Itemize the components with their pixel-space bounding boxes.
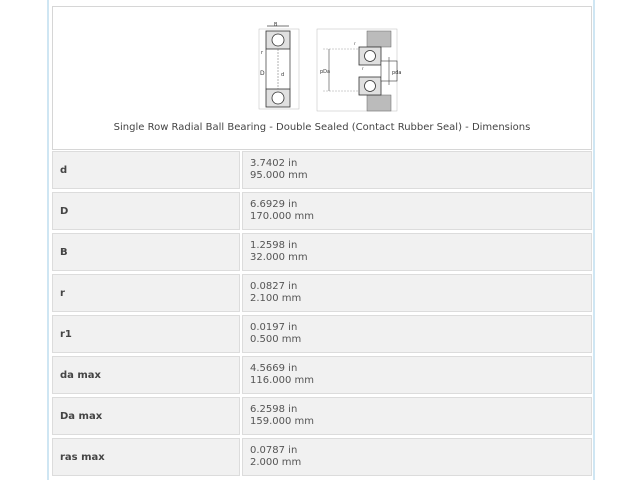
label-Da: pDa <box>320 69 330 75</box>
bearing-dimension-diagram: B r D d r pDa pda r <box>258 22 401 112</box>
dimension-value: 6.2598 in 159.000 mm <box>242 397 592 435</box>
label-D: D <box>260 70 265 77</box>
value-millimeters: 2.000 mm <box>250 457 302 468</box>
diagram-caption: Single Row Radial Ball Bearing - Double … <box>113 122 531 133</box>
value-millimeters: 2.100 mm <box>250 293 302 304</box>
dimension-value: 0.0197 in 0.500 mm <box>242 315 592 353</box>
label-B: B <box>274 22 278 28</box>
dimension-value: 3.7402 in 95.000 mm <box>242 151 592 189</box>
label-d: d <box>281 72 284 78</box>
value-millimeters: 32.000 mm <box>250 252 308 263</box>
dimension-value: 6.6929 in 170.000 mm <box>242 192 592 230</box>
value-inches: 6.2598 in <box>250 404 298 415</box>
table-row: r 0.0827 in 2.100 mm <box>52 274 592 312</box>
value-millimeters: 95.000 mm <box>250 170 308 181</box>
value-inches: 6.6929 in <box>250 199 298 210</box>
value-inches: 0.0787 in <box>250 445 298 456</box>
dimension-name: Da max <box>52 397 240 435</box>
dimension-name: B <box>52 233 240 271</box>
table-row: da max 4.5669 in 116.000 mm <box>52 356 592 394</box>
dimension-name: D <box>52 192 240 230</box>
dimension-name: r <box>52 274 240 312</box>
value-inches: 0.0827 in <box>250 281 298 292</box>
dimensions-table: d 3.7402 in 95.000 mm D 6.6929 in 170.00… <box>52 151 592 479</box>
dimension-name: da max <box>52 356 240 394</box>
table-row: ras max 0.0787 in 2.000 mm <box>52 438 592 476</box>
dimension-value: 4.5669 in 116.000 mm <box>242 356 592 394</box>
dimension-name: ras max <box>52 438 240 476</box>
value-inches: 1.2598 in <box>250 240 298 251</box>
dimension-value: 0.0827 in 2.100 mm <box>242 274 592 312</box>
content-frame: B r D d r pDa pda r Single Row Radial Ba… <box>47 0 595 480</box>
value-inches: 0.0197 in <box>250 322 298 333</box>
table-row: B 1.2598 in 32.000 mm <box>52 233 592 271</box>
value-inches: 3.7402 in <box>250 158 298 169</box>
value-millimeters: 159.000 mm <box>250 416 315 427</box>
dimension-name: d <box>52 151 240 189</box>
value-inches: 4.5669 in <box>250 363 298 374</box>
value-millimeters: 170.000 mm <box>250 211 315 222</box>
table-row: D 6.6929 in 170.000 mm <box>52 192 592 230</box>
label-da: pda <box>392 70 401 76</box>
dimension-value: 1.2598 in 32.000 mm <box>242 233 592 271</box>
table-row: Da max 6.2598 in 159.000 mm <box>52 397 592 435</box>
dimension-value: 0.0787 in 2.000 mm <box>242 438 592 476</box>
dimension-name: r1 <box>52 315 240 353</box>
table-row: r1 0.0197 in 0.500 mm <box>52 315 592 353</box>
value-millimeters: 0.500 mm <box>250 334 302 345</box>
value-millimeters: 116.000 mm <box>250 375 315 386</box>
bearing-diagram-panel: B r D d r pDa pda r Single Row Radial Ba… <box>52 6 592 150</box>
table-row: d 3.7402 in 95.000 mm <box>52 151 592 189</box>
